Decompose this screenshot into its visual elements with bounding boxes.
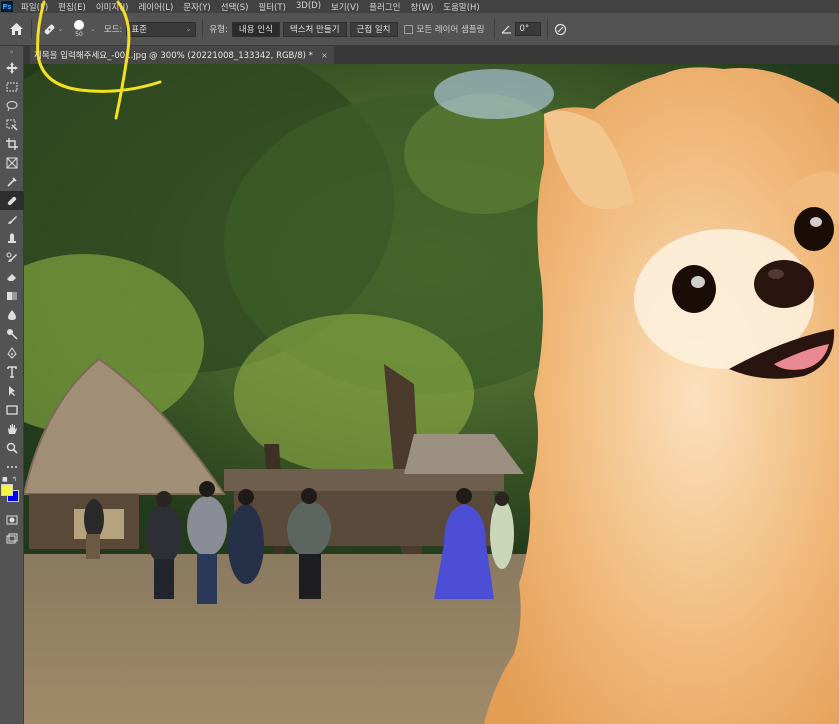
pressure-size-icon[interactable] <box>554 23 567 36</box>
clone-stamp-tool-button[interactable] <box>0 229 24 248</box>
frame-icon <box>6 157 18 168</box>
close-icon[interactable]: × <box>321 51 328 60</box>
frame-tool-button[interactable] <box>0 153 24 172</box>
sample-all-layers-label: 모든 레이어 샘플링 <box>416 25 485 35</box>
eraser-tool-button[interactable] <box>0 267 24 286</box>
spot-healing-brush-tool-button[interactable] <box>0 191 24 210</box>
type-icon <box>7 365 17 378</box>
gradient-icon <box>7 291 17 300</box>
menu-item[interactable]: 플러그인 <box>369 1 400 13</box>
gradient-tool-button[interactable] <box>0 286 24 305</box>
pen-tool-button[interactable] <box>0 343 24 362</box>
eyedropper-tool-button[interactable] <box>0 172 24 191</box>
annotation-scribble <box>36 0 162 120</box>
default-colors-icon[interactable]: ■ <box>2 476 8 483</box>
clone-stamp-icon <box>8 233 16 243</box>
photo-image <box>24 64 839 724</box>
blur-icon <box>8 309 16 320</box>
history-brush-tool-button[interactable] <box>0 248 24 267</box>
quick-mask-button[interactable] <box>0 510 24 529</box>
pen-icon <box>7 346 17 359</box>
type-label: 유형: <box>209 25 228 35</box>
eyedropper-icon <box>7 176 17 187</box>
menu-item[interactable]: 3D(D) <box>296 1 321 13</box>
menu-item[interactable]: 창(W) <box>410 1 433 13</box>
crop-tool-button[interactable] <box>0 134 24 153</box>
zoom-icon <box>6 442 18 454</box>
type-option-button[interactable]: 근접 일치 <box>349 21 398 37</box>
screen-mode-icon <box>6 533 18 543</box>
hand-icon <box>8 423 17 434</box>
separator <box>202 19 204 39</box>
path-select-tool-button[interactable] <box>0 381 24 400</box>
sample-all-layers-checkbox[interactable] <box>403 24 413 34</box>
color-swatches: ■ ↰ <box>0 476 24 510</box>
history-brush-icon <box>6 252 17 262</box>
brush-icon <box>8 215 17 224</box>
menu-item[interactable]: 필터(T) <box>258 1 285 13</box>
type-segmented-control: 내용 인식 텍스처 만들기 근접 일치 <box>231 21 398 37</box>
angle-input[interactable]: 0° <box>515 22 542 36</box>
hand-tool-button[interactable] <box>0 419 24 438</box>
mores-icon <box>7 465 17 468</box>
brush-tool-button[interactable] <box>0 210 24 229</box>
blur-tool-button[interactable] <box>0 305 24 324</box>
menu-item[interactable]: 보기(V) <box>331 1 359 13</box>
crop-icon <box>6 137 18 150</box>
rectangle-icon <box>6 404 18 415</box>
eraser-icon <box>7 273 16 281</box>
menu-item[interactable]: 선택(S) <box>221 1 249 13</box>
more-tools-button[interactable] <box>0 457 24 476</box>
type-option-button[interactable]: 텍스처 만들기 <box>282 21 347 37</box>
angle-icon <box>502 25 512 34</box>
zoom-tool-button[interactable] <box>0 438 24 457</box>
type-tool-button[interactable] <box>0 362 24 381</box>
screen-mode-button[interactable] <box>0 529 24 548</box>
dodge-icon <box>7 328 18 340</box>
spot-healing-brush-icon <box>7 196 17 205</box>
document-canvas[interactable] <box>24 64 839 724</box>
type-option-button[interactable]: 내용 인식 <box>231 21 280 37</box>
path-select-icon <box>9 385 15 396</box>
quick-mask-icon <box>6 515 18 524</box>
rectangle-tool-button[interactable] <box>0 400 24 419</box>
dodge-tool-button[interactable] <box>0 324 24 343</box>
foreground-color-swatch[interactable] <box>1 484 13 496</box>
separator <box>494 19 496 39</box>
tools-panel: » ■ ↰ <box>0 46 24 724</box>
separator <box>547 19 549 39</box>
swap-colors-icon[interactable]: ↰ <box>12 476 17 483</box>
menu-item[interactable]: 도움말(H) <box>443 1 479 13</box>
